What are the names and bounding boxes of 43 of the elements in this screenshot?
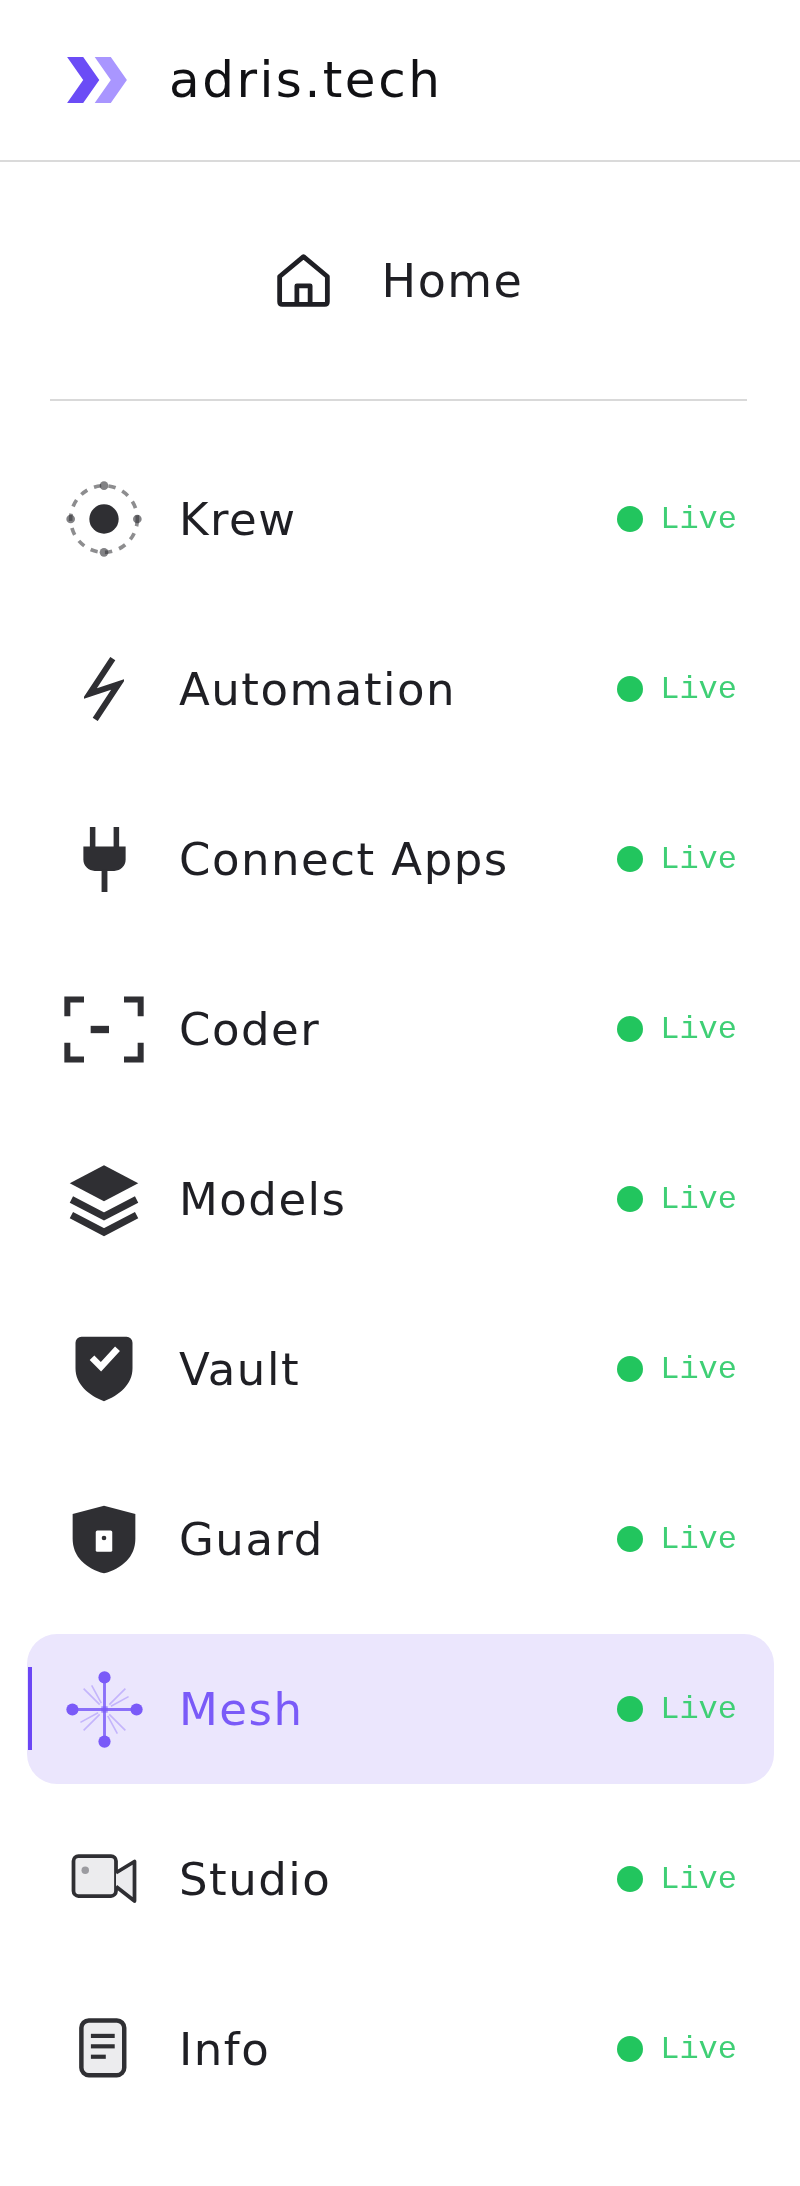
status-label: Live (660, 1520, 737, 1558)
status-label: Live (660, 840, 737, 878)
nav-item[interactable]: Models Live (27, 1124, 774, 1274)
nav-item[interactable]: Mesh Live (27, 1634, 774, 1784)
status-dot-icon (617, 846, 644, 872)
status-dot-icon (617, 1866, 644, 1892)
chevrons-logo-icon (67, 57, 127, 103)
status-dot-icon (617, 2036, 644, 2062)
status-dot-icon (617, 1186, 644, 1212)
nav-item[interactable]: Connect Apps Live (27, 784, 774, 934)
status-dot-icon (617, 1526, 644, 1552)
status-label: Live (660, 670, 737, 708)
status-label: Live (660, 500, 737, 538)
nav-item[interactable]: Automation Live (27, 614, 774, 764)
nav-item[interactable]: Vault Live (27, 1294, 774, 1444)
status-dot-icon (617, 676, 644, 702)
status-label: Live (660, 1860, 737, 1898)
lightning-bolt-icon (84, 657, 124, 721)
video-camera-icon (71, 1854, 137, 1904)
nav-item[interactable]: Studio Live (27, 1804, 774, 1954)
nav-item[interactable]: Guard Live (27, 1464, 774, 1614)
status-dot-icon (617, 506, 644, 532)
home-link[interactable]: Home (254, 239, 546, 322)
shield-check-icon (74, 1335, 134, 1403)
status-label: Live (660, 1010, 737, 1048)
home-icon (276, 254, 330, 307)
document-icon (79, 2018, 129, 2080)
status-label: Live (660, 1690, 737, 1728)
status-dot-icon (617, 1016, 644, 1042)
brand-name: adris.tech (169, 51, 443, 109)
status-label: Live (660, 1180, 737, 1218)
shield-lock-icon (71, 1503, 137, 1575)
status-label: Live (660, 1350, 737, 1388)
status-label: Live (660, 2030, 737, 2068)
scan-frame-icon (64, 995, 144, 1063)
dotted-circle-icon (66, 481, 142, 557)
status-dot-icon (617, 1356, 644, 1382)
network-nodes-icon (65, 1670, 143, 1748)
plug-icon (82, 826, 126, 892)
nav-item[interactable]: Krew Live (27, 444, 774, 594)
nav-item[interactable]: Info Live (27, 1974, 774, 2124)
nav-item[interactable]: Coder Live (27, 954, 774, 1104)
status-dot-icon (617, 1696, 644, 1722)
